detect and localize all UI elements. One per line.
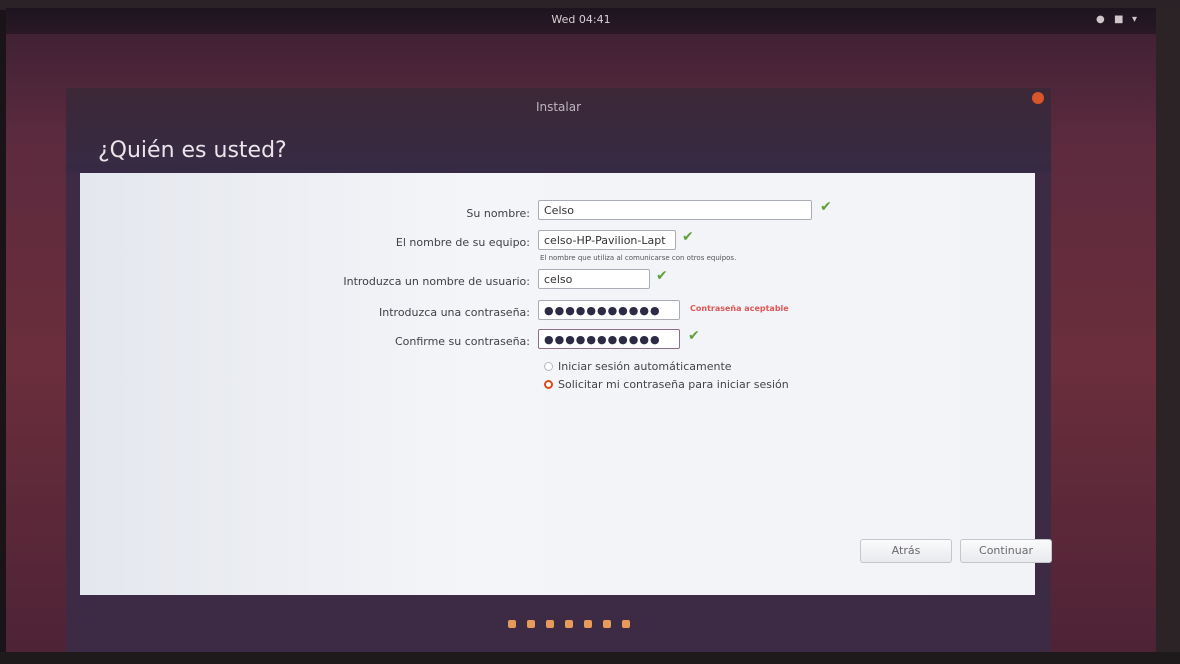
require-password-label: Solicitar mi contraseña para iniciar ses… [558, 378, 789, 391]
confirm-password-label: Confirme su contraseña: [394, 335, 530, 348]
progress-step-dot [622, 620, 630, 628]
installer-window: Instalar ¿Quién es usted? Su nombre: Cel… [66, 88, 1052, 652]
radio-on-icon[interactable] [544, 380, 553, 389]
confirm-password-field[interactable]: ●●●●●●●●●●● [538, 329, 680, 349]
auto-login-option[interactable]: Iniciar sesión automáticamente [544, 360, 732, 373]
username-label: Introduzca un nombre de usuario: [343, 275, 530, 288]
clock[interactable]: Wed 04:41 [6, 13, 1156, 26]
monitor-bezel-bottom [0, 652, 1180, 664]
progress-step-dot [584, 620, 592, 628]
page-title: ¿Quién es usted? [98, 138, 287, 163]
back-button[interactable]: Atrás [860, 539, 952, 563]
power-icon[interactable]: ▾ [1132, 15, 1142, 25]
username-field[interactable]: celso [538, 269, 650, 289]
computer-name-hint: El nombre que utiliza al comunicarse con… [540, 254, 737, 262]
username-valid-check-icon: ✔ [656, 268, 668, 284]
close-icon[interactable] [1032, 92, 1044, 104]
desktop-screen: Wed 04:41 ● ■ ▾ Instalar ¿Quién es usted… [6, 8, 1156, 652]
progress-step-dot [603, 620, 611, 628]
radio-off-icon[interactable] [544, 362, 553, 371]
progress-step-dot [546, 620, 554, 628]
progress-step-dot [565, 620, 573, 628]
auto-login-label: Iniciar sesión automáticamente [558, 360, 732, 373]
name-label: Su nombre: [466, 207, 530, 220]
progress-step-dot [508, 620, 516, 628]
window-header: Instalar ¿Quién es usted? [66, 88, 1051, 173]
computer-name-valid-check-icon: ✔ [682, 229, 694, 245]
confirm-password-valid-check-icon: ✔ [688, 328, 700, 344]
progress-step-dot [527, 620, 535, 628]
top-bar: Wed 04:41 ● ■ ▾ [6, 8, 1156, 34]
password-label: Introduzca una contraseña: [379, 306, 530, 319]
name-field[interactable]: Celso [538, 200, 812, 220]
network-icon[interactable]: ● [1096, 15, 1106, 25]
monitor-bezel-right [1156, 8, 1180, 652]
continue-button[interactable]: Continuar [960, 539, 1052, 563]
require-password-option[interactable]: Solicitar mi contraseña para iniciar ses… [544, 378, 789, 391]
user-form-panel: Su nombre: Celso ✔ El nombre de su equip… [80, 173, 1052, 595]
password-strength-label: Contraseña aceptable [690, 304, 789, 313]
window-title: Instalar [535, 100, 582, 114]
password-field[interactable]: ●●●●●●●●●●● [538, 300, 680, 320]
progress-dots [508, 620, 630, 628]
system-tray[interactable]: ● ■ ▾ [1096, 15, 1142, 25]
name-valid-check-icon: ✔ [820, 199, 832, 215]
computer-name-field[interactable]: celso-HP-Pavilion-Lapt [538, 230, 676, 250]
computer-name-label: El nombre de su equipo: [395, 236, 530, 249]
volume-icon[interactable]: ■ [1114, 15, 1124, 25]
